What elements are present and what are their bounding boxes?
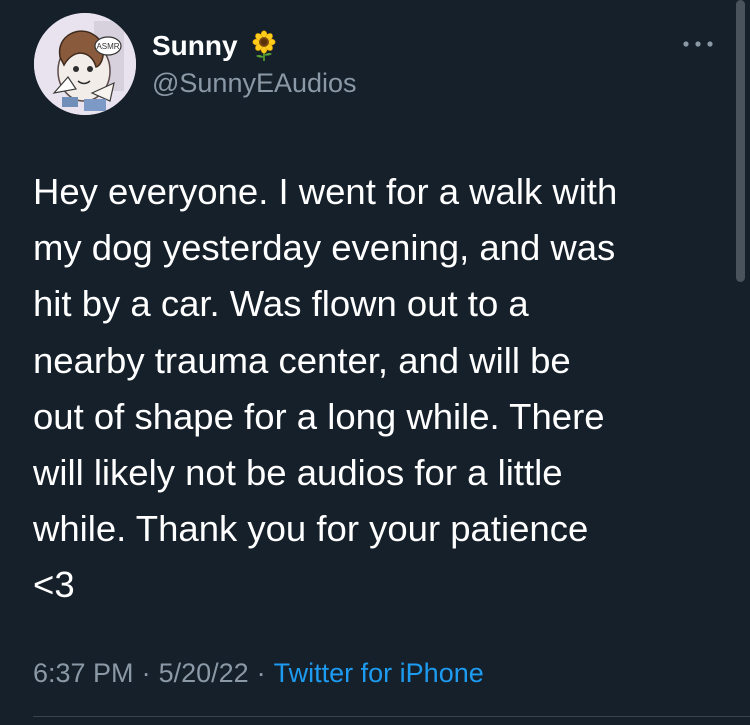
- scrollbar-thumb[interactable]: [736, 0, 745, 282]
- divider: [33, 716, 750, 717]
- tweet-source-link[interactable]: Twitter for iPhone: [274, 658, 484, 688]
- tweet-text: Hey everyone. I went for a walk with my …: [33, 171, 618, 606]
- avatar-badge-text: ASMR: [96, 42, 119, 51]
- display-name-row: Sunny: [152, 28, 357, 64]
- avatar[interactable]: ASMR: [34, 13, 136, 115]
- tweet-time[interactable]: 6:37 PM: [33, 658, 134, 688]
- user-handle[interactable]: @SunnyEAudios: [152, 66, 357, 100]
- author-info[interactable]: Sunny @SunnyEAudios: [152, 28, 357, 100]
- more-options-button[interactable]: [676, 32, 720, 56]
- more-horizontal-icon: [683, 41, 713, 47]
- tweet-date[interactable]: 5/20/22: [159, 658, 249, 688]
- tweet: ASMR Sunny @SunnyEAudios Hey everyone. I…: [0, 0, 750, 725]
- avatar-illustration: ASMR: [34, 13, 136, 115]
- sunflower-icon: [248, 30, 280, 62]
- meta-separator: ·: [141, 658, 151, 688]
- display-name[interactable]: Sunny: [152, 28, 238, 64]
- tweet-metadata: 6:37 PM · 5/20/22 · Twitter for iPhone: [33, 656, 484, 690]
- meta-separator: ·: [256, 658, 266, 688]
